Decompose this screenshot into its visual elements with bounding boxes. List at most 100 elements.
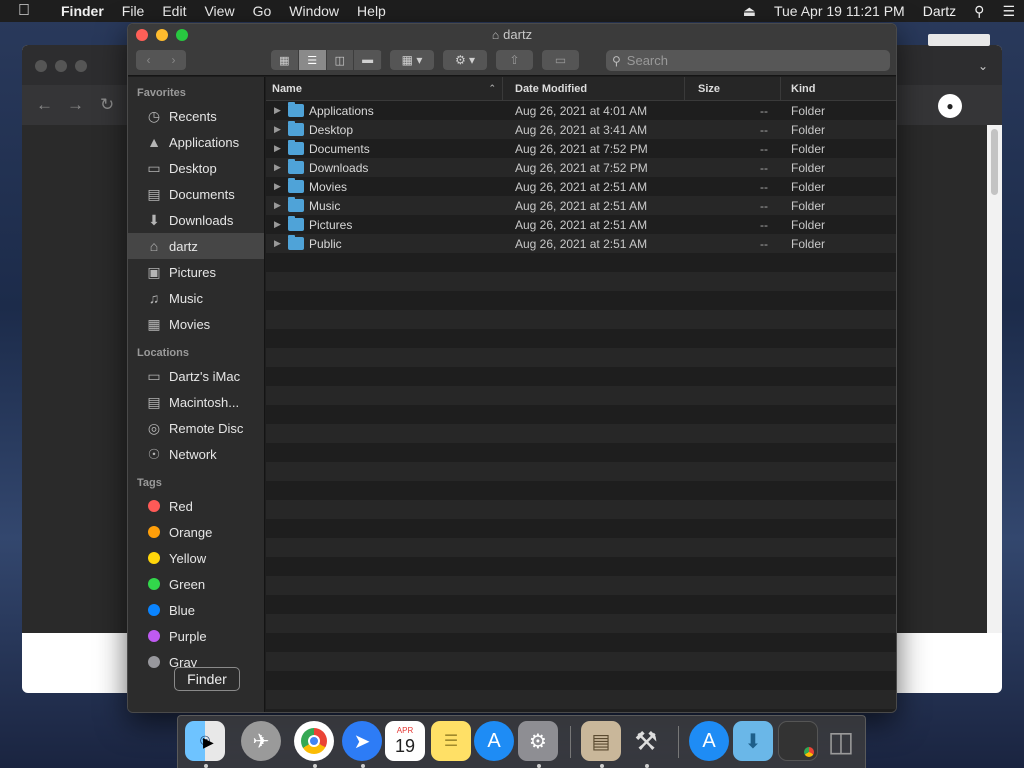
empty-row xyxy=(266,272,896,291)
file-name-cell: ▶ Applications xyxy=(266,102,503,118)
sidebar-tag-green[interactable]: Green xyxy=(128,571,264,597)
sidebar-item-desktop[interactable]: ▭ Desktop xyxy=(128,155,264,181)
browser-scrollbar[interactable] xyxy=(987,125,1002,633)
table-row[interactable]: ▶ Documents Aug 26, 2021 at 7:52 PM -- Folde… xyxy=(266,139,896,158)
downloads-stack-icon[interactable]: A xyxy=(689,721,729,761)
menu-app-name[interactable]: Finder xyxy=(52,3,113,19)
table-row[interactable]: ▶ Pictures Aug 26, 2021 at 2:51 AM -- Folder xyxy=(266,215,896,234)
table-row[interactable]: ▶ Music Aug 26, 2021 at 2:51 AM -- Folder xyxy=(266,196,896,215)
app-store-icon[interactable]: A xyxy=(474,721,514,761)
menu-help[interactable]: Help xyxy=(348,3,395,19)
menu-edit[interactable]: Edit xyxy=(153,3,195,19)
applications-icon: ▲ xyxy=(147,134,161,150)
account-icon[interactable]: ● xyxy=(938,94,962,118)
archive-utility-icon[interactable]: ▤ xyxy=(581,721,621,761)
apple-menu-icon[interactable]:  xyxy=(18,2,40,20)
window-stack-icon[interactable] xyxy=(778,721,818,761)
forward-button[interactable]: › xyxy=(161,53,186,67)
file-size: -- xyxy=(760,160,768,175)
search-field[interactable]: ⚲ xyxy=(606,50,890,71)
sidebar-tag-yellow[interactable]: Yellow xyxy=(128,545,264,571)
share-button[interactable]: ⇧ xyxy=(496,50,533,70)
sidebar-item-imac[interactable]: ▭ Dartz's iMac xyxy=(128,363,264,389)
search-input[interactable] xyxy=(626,53,867,68)
safari-icon[interactable]: ➤ xyxy=(342,721,382,761)
menu-clock[interactable]: Tue Apr 19 11:21 PM xyxy=(765,3,914,19)
column-header: Name ⌃ Date Modified Size Kind xyxy=(266,77,896,101)
disclosure-triangle-icon[interactable]: ▶ xyxy=(274,238,288,249)
file-name: Desktop xyxy=(309,122,354,137)
folder-icon xyxy=(288,140,304,155)
folder-icon xyxy=(288,216,304,231)
action-menu-button[interactable]: ⚙ ▾ xyxy=(443,50,487,70)
sidebar-item-applications[interactable]: ▲ Applications xyxy=(128,129,264,155)
file-size: -- xyxy=(760,141,768,156)
column-name-header[interactable]: Name ⌃ xyxy=(266,77,503,100)
table-row[interactable]: ▶ Desktop Aug 26, 2021 at 3:41 AM -- Folder xyxy=(266,120,896,139)
column-view-button[interactable]: ◫ xyxy=(327,50,355,70)
disclosure-triangle-icon[interactable]: ▶ xyxy=(274,124,288,135)
back-arrow-icon[interactable]: ← xyxy=(36,95,53,115)
disclosure-triangle-icon[interactable]: ▶ xyxy=(274,219,288,230)
system-preferences-icon[interactable]: ⚙ xyxy=(518,721,558,761)
gallery-view-button[interactable]: ▬ xyxy=(354,50,382,70)
sidebar-item-movies[interactable]: ▦ Movies xyxy=(128,311,264,337)
menu-user[interactable]: Dartz xyxy=(914,3,965,19)
chrome-icon[interactable] xyxy=(294,721,334,761)
disclosure-triangle-icon[interactable]: ▶ xyxy=(274,181,288,192)
notes-icon[interactable]: ☰ xyxy=(431,721,471,761)
inactive-close-button[interactable] xyxy=(35,60,47,72)
disclosure-triangle-icon[interactable]: ▶ xyxy=(274,162,288,173)
sidebar-tag-purple[interactable]: Purple xyxy=(128,623,264,649)
folder-stack-icon[interactable]: ⬇ xyxy=(733,721,773,761)
icon-view-button[interactable]: ▦ xyxy=(271,50,299,70)
reload-icon[interactable]: ↻ xyxy=(100,95,114,115)
menu-file[interactable]: File xyxy=(113,3,154,19)
disclosure-triangle-icon[interactable]: ▶ xyxy=(274,105,288,116)
column-date-header[interactable]: Date Modified xyxy=(503,77,685,100)
sidebar-item-pictures[interactable]: ▣ Pictures xyxy=(128,259,264,285)
table-row[interactable]: ▶ Public Aug 26, 2021 at 2:51 AM -- Folder xyxy=(266,234,896,253)
sidebar-item-remote-disc[interactable]: ◎ Remote Disc xyxy=(128,415,264,441)
inactive-minimize-button[interactable] xyxy=(55,60,67,72)
inactive-zoom-button[interactable] xyxy=(75,60,87,72)
sidebar-tag-blue[interactable]: Blue xyxy=(128,597,264,623)
sidebar-item-recents[interactable]: ◷ Recents xyxy=(128,103,264,129)
table-row[interactable]: ▶ Applications Aug 26, 2021 at 4:01 AM -- Fo… xyxy=(266,101,896,120)
list-view-button[interactable]: ☰ xyxy=(298,50,327,70)
sidebar-item-macintosh-hd[interactable]: ▤ Macintosh... xyxy=(128,389,264,415)
calendar-icon[interactable]: APR 19 xyxy=(385,721,425,761)
eject-icon[interactable]: ⏏ xyxy=(734,3,765,20)
table-row[interactable]: ▶ Movies Aug 26, 2021 at 2:51 AM -- Folder xyxy=(266,177,896,196)
sidebar-item-dartz[interactable]: ⌂ dartz xyxy=(128,233,264,259)
disclosure-triangle-icon[interactable]: ▶ xyxy=(274,200,288,211)
sidebar-tag-red[interactable]: Red xyxy=(128,493,264,519)
file-name: Public xyxy=(309,236,342,251)
column-kind-header[interactable]: Kind xyxy=(781,77,896,100)
menu-view[interactable]: View xyxy=(195,3,243,19)
empty-row xyxy=(266,500,896,519)
sidebar-item-network[interactable]: ☉ Network xyxy=(128,441,264,467)
scrollbar-thumb[interactable] xyxy=(991,129,998,195)
trash-icon[interactable]: ◫ xyxy=(821,721,861,761)
chevron-down-icon[interactable]: ⌄ xyxy=(978,59,988,73)
sidebar-item-music[interactable]: ♫ Music xyxy=(128,285,264,311)
file-date: Aug 26, 2021 at 7:52 PM xyxy=(515,141,648,156)
tools-icon[interactable]: ⚒ xyxy=(626,721,666,761)
forward-arrow-icon[interactable]: → xyxy=(67,95,84,115)
control-center-icon[interactable]: ☰ xyxy=(993,3,1024,20)
sidebar-item-documents[interactable]: ▤ Documents xyxy=(128,181,264,207)
spotlight-search-icon[interactable]: ⚲ xyxy=(965,3,993,20)
launchpad-icon[interactable]: ✈ xyxy=(241,721,281,761)
disclosure-triangle-icon[interactable]: ▶ xyxy=(274,143,288,154)
column-size-header[interactable]: Size xyxy=(685,77,781,100)
red-tag-dot xyxy=(148,500,160,512)
edit-tags-button[interactable]: ▭ xyxy=(542,50,579,70)
back-button[interactable]: ‹ xyxy=(136,53,161,67)
menu-go[interactable]: Go xyxy=(244,3,281,19)
sidebar-tag-orange[interactable]: Orange xyxy=(128,519,264,545)
menu-window[interactable]: Window xyxy=(280,3,348,19)
group-by-button[interactable]: ▦ ▾ xyxy=(390,50,434,70)
sidebar-item-downloads[interactable]: ⬇ Downloads xyxy=(128,207,264,233)
table-row[interactable]: ▶ Downloads Aug 26, 2021 at 7:52 PM -- Folde… xyxy=(266,158,896,177)
